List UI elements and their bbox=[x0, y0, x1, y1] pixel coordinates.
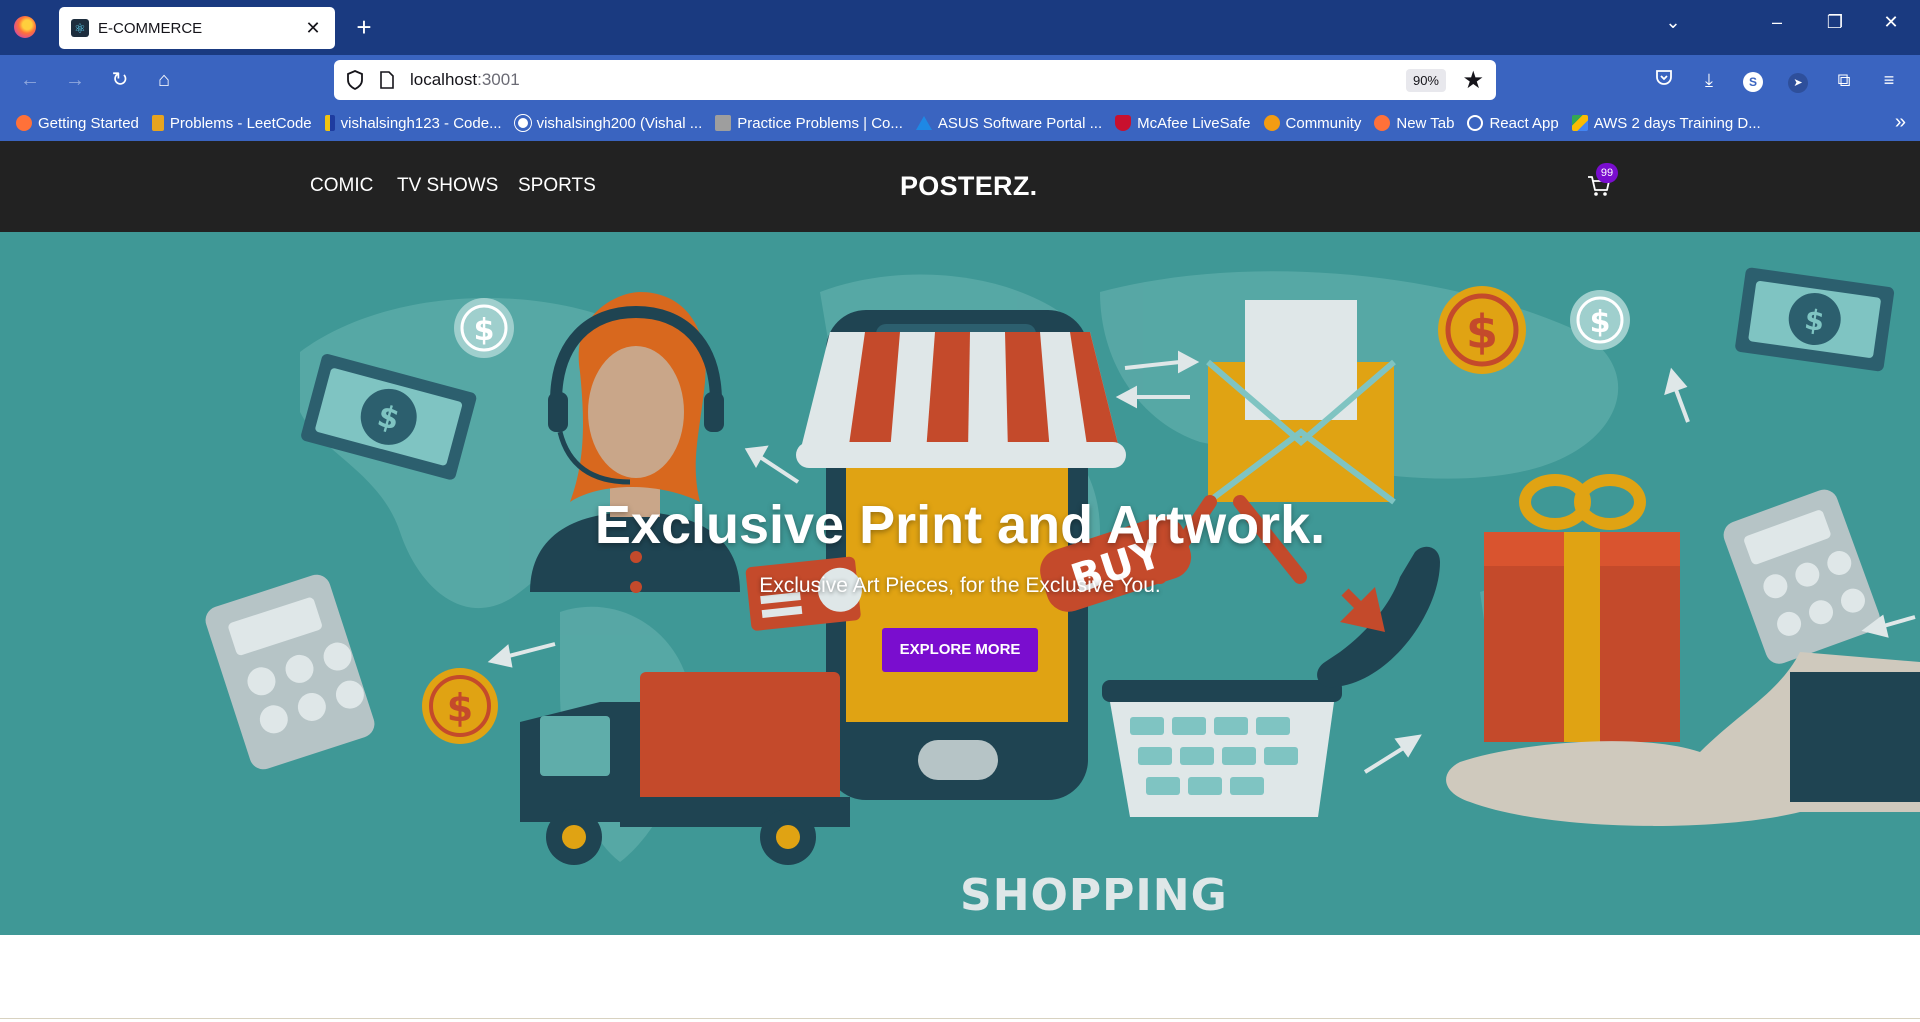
explore-more-button[interactable]: EXPLORE MORE bbox=[882, 628, 1038, 672]
back-button[interactable]: ← bbox=[17, 67, 43, 93]
firefox-icon bbox=[1374, 115, 1391, 131]
tracking-protection-shield-icon[interactable] bbox=[344, 69, 366, 91]
codechef-icon bbox=[324, 115, 335, 131]
zoom-level-badge[interactable]: 90% bbox=[1405, 69, 1446, 92]
hero-title: Exclusive Print and Artwork. bbox=[594, 495, 1326, 555]
list-all-tabs-icon[interactable]: ⌄ bbox=[1658, 12, 1688, 33]
firefox-icon bbox=[16, 115, 32, 131]
url-port: :3001 bbox=[477, 70, 520, 89]
minimize-window-button[interactable]: – bbox=[1762, 12, 1792, 33]
bookmark-item[interactable]: ASUS Software Portal ... bbox=[915, 115, 1102, 132]
tab-title: E-COMMERCE bbox=[98, 19, 203, 37]
nav-link-sports[interactable]: SPORTS bbox=[518, 175, 596, 197]
bookmark-item[interactable]: vishalsingh123 - Code... bbox=[324, 115, 502, 132]
bookmark-item[interactable]: vishalsingh200 (Vishal ... bbox=[513, 114, 702, 132]
bookmark-item[interactable]: Practice Problems | Co... bbox=[715, 115, 903, 132]
nav-link-comic[interactable]: COMIC bbox=[310, 175, 373, 197]
extension-cursor-icon[interactable]: ➤ bbox=[1785, 67, 1811, 93]
pocket-icon[interactable] bbox=[1651, 67, 1677, 93]
globe-icon bbox=[1467, 115, 1484, 131]
restore-window-button[interactable]: ❐ bbox=[1820, 12, 1850, 33]
svg-text:$: $ bbox=[447, 686, 473, 730]
leetcode-icon bbox=[151, 115, 164, 131]
bookmark-item[interactable]: React App bbox=[1467, 115, 1559, 132]
url-host: localhost bbox=[410, 70, 478, 89]
site-header: COMIC TV SHOWS SPORTS POSTERZ. 99 bbox=[0, 141, 1920, 232]
github-icon bbox=[513, 114, 532, 132]
drive-icon bbox=[1571, 115, 1588, 131]
nav-link-tv-shows[interactable]: TV SHOWS bbox=[397, 175, 498, 197]
browser-tab-active[interactable]: ⚛ E-COMMERCE ✕ bbox=[59, 7, 335, 49]
bookmarks-overflow-chevron-icon[interactable]: » bbox=[1895, 111, 1906, 134]
hamburger-menu-icon[interactable]: ≡ bbox=[1876, 67, 1902, 93]
svg-text:$: $ bbox=[474, 313, 495, 348]
browser-navigation-bar: ← → ↻ ⌂ localhost:3001 90% ★ ⤓ S ➤ ⧉ ≡ bbox=[0, 55, 1920, 105]
mcafee-icon bbox=[1115, 115, 1132, 131]
cart-count-badge: 99 bbox=[1596, 163, 1618, 183]
bookmark-item[interactable]: New Tab bbox=[1374, 115, 1454, 132]
close-window-button[interactable]: ✕ bbox=[1876, 12, 1906, 33]
hero-banner: $ $ $ $ $ $ BUY SHOPPING Exclusive Print… bbox=[0, 232, 1920, 935]
page-info-icon[interactable] bbox=[378, 69, 396, 91]
bookmark-star-icon[interactable]: ★ bbox=[1462, 66, 1484, 95]
close-tab-icon[interactable]: ✕ bbox=[303, 18, 323, 39]
home-button[interactable]: ⌂ bbox=[151, 67, 177, 93]
reload-button[interactable]: ↻ bbox=[107, 67, 133, 93]
svg-text:$: $ bbox=[1466, 305, 1498, 359]
bookmark-item[interactable]: AWS 2 days Training D... bbox=[1571, 115, 1761, 132]
bookmark-item[interactable]: McAfee LiveSafe bbox=[1115, 115, 1251, 132]
svg-text:$: $ bbox=[1590, 305, 1611, 340]
codingninjas-icon bbox=[715, 115, 732, 131]
forward-button[interactable]: → bbox=[62, 67, 88, 93]
bookmark-item[interactable]: Getting Started bbox=[16, 115, 139, 132]
bookmark-item[interactable]: Community bbox=[1263, 115, 1361, 132]
hero-subtitle: Exclusive Art Pieces, for the Exclusive … bbox=[759, 574, 1161, 597]
new-tab-button[interactable]: + bbox=[350, 13, 378, 41]
divider bbox=[0, 1018, 1920, 1019]
shopping-watermark-text: SHOPPING bbox=[960, 870, 1228, 921]
bookmarks-toolbar: Getting Started Problems - LeetCode vish… bbox=[0, 105, 1920, 141]
firefox-icon[interactable] bbox=[14, 16, 36, 38]
react-icon: ⚛ bbox=[71, 19, 89, 37]
asus-icon bbox=[915, 116, 932, 130]
community-icon bbox=[1263, 115, 1280, 131]
url-bar[interactable]: localhost:3001 90% ★ bbox=[334, 60, 1496, 100]
content-area bbox=[0, 935, 1920, 1022]
brand-logo[interactable]: POSTERZ. bbox=[900, 171, 1037, 202]
extensions-puzzle-icon[interactable]: ⧉ bbox=[1831, 67, 1857, 93]
downloads-icon[interactable]: ⤓ bbox=[1696, 67, 1722, 93]
extension-s-icon[interactable]: S bbox=[1740, 67, 1766, 93]
browser-tab-bar: ⚛ E-COMMERCE ✕ + ⌄ – ❐ ✕ bbox=[0, 0, 1920, 55]
bookmark-item[interactable]: Problems - LeetCode bbox=[151, 115, 312, 132]
